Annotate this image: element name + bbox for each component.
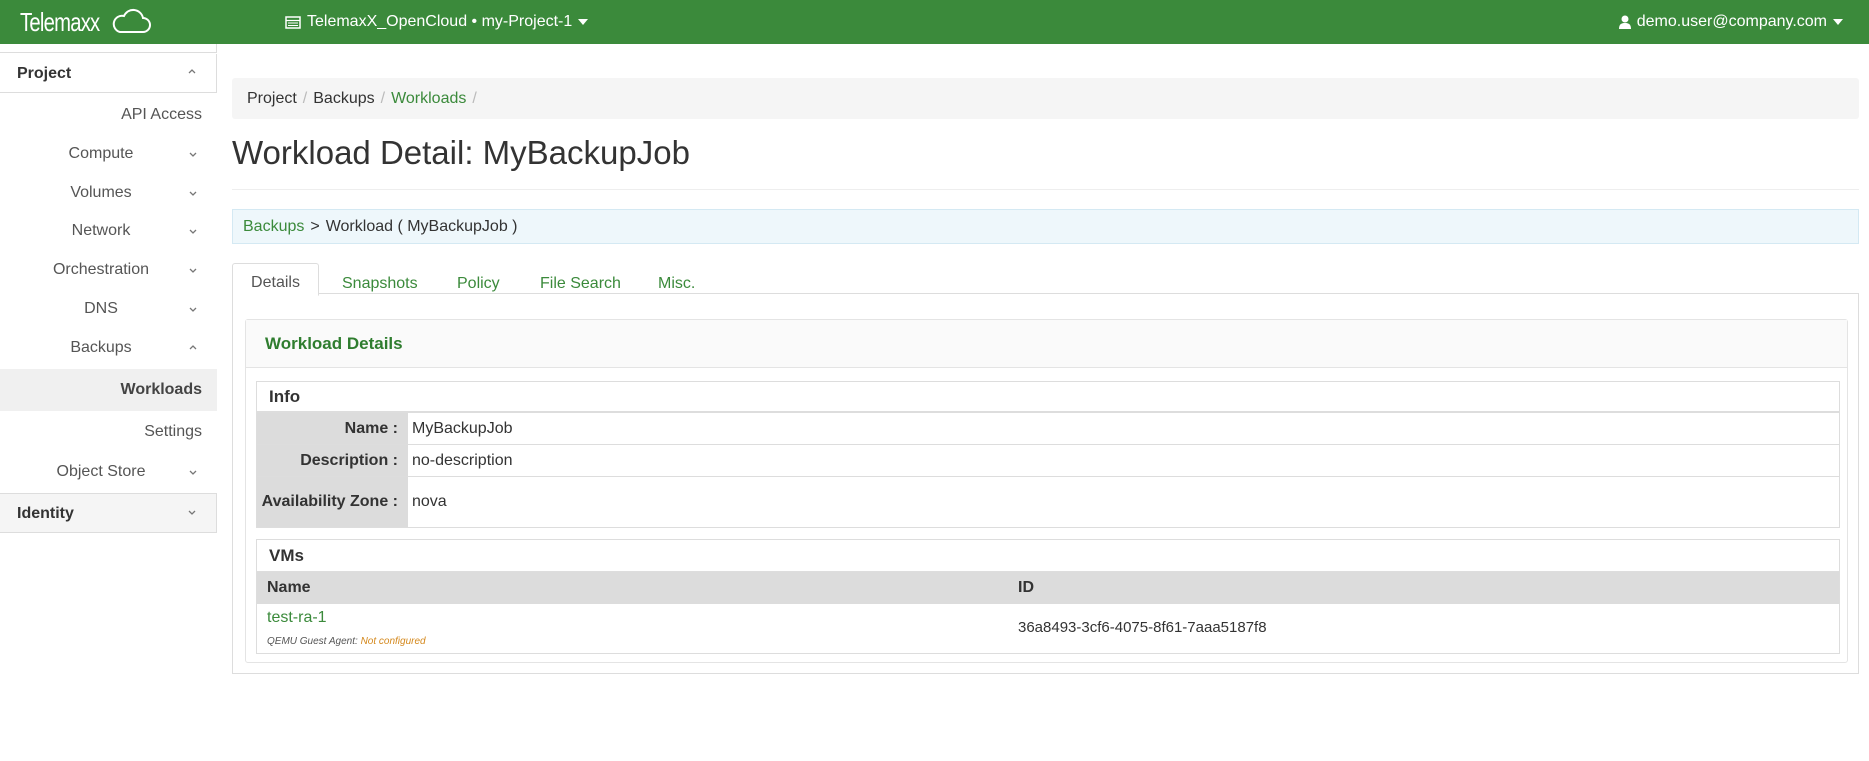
info-key: Name : — [257, 413, 408, 444]
info-key: Availability Zone : — [257, 477, 408, 527]
vms-table-title: VMs — [257, 540, 1839, 572]
sidebar-top-divider — [0, 44, 217, 53]
user-menu[interactable]: demo.user@company.com — [1618, 0, 1843, 44]
workload-details-card: Workload Details Info Name : MyBackupJob… — [245, 319, 1848, 663]
workload-path-bar: Backups > Workload ( MyBackupJob ) — [232, 209, 1859, 244]
sidebar-item-dns[interactable]: DNS — [0, 291, 217, 327]
sidebar-item-backups[interactable]: Backups — [0, 330, 217, 366]
page-title: Workload Detail: MyBackupJob — [232, 134, 690, 171]
project-switcher-label: TelemaxX_OpenCloud • my-Project-1 — [307, 13, 573, 30]
chevron-down-icon — [189, 191, 197, 196]
sidebar-item-label: Volumes — [70, 184, 132, 201]
user-icon — [1618, 15, 1631, 29]
chevron-up-icon — [188, 69, 196, 74]
vm-name-link[interactable]: test-ra-1 — [267, 609, 327, 627]
user-email: demo.user@company.com — [1636, 13, 1827, 30]
workload-path-text: Workload ( MyBackupJob ) — [325, 218, 518, 235]
tab-file-search[interactable]: File Search — [540, 264, 621, 294]
sidebar-item-label: DNS — [84, 300, 118, 317]
caret-down-icon — [578, 19, 589, 25]
sidebar-item-orchestration[interactable]: Orchestration — [0, 252, 217, 288]
card-header: Workload Details — [246, 320, 1847, 368]
sidebar-item-network[interactable]: Network — [0, 213, 217, 249]
sidebar-item-api-access[interactable]: API Access — [0, 97, 217, 133]
chevron-down-icon — [189, 229, 197, 234]
breadcrumb-separator: / — [302, 90, 308, 107]
sidebar-item-label: Object Store — [56, 463, 146, 480]
info-table: Info Name : MyBackupJob Description : no… — [256, 381, 1840, 528]
sidebar-item-object-store[interactable]: Object Store — [0, 454, 217, 490]
chevron-down-icon — [189, 152, 197, 157]
info-value: no-description — [412, 451, 513, 469]
brand-name: Telemaxx — [20, 6, 100, 37]
sidebar-item-label: Settings — [144, 423, 202, 440]
guest-agent-label: QEMU Guest Agent: — [267, 636, 358, 647]
sidebar-section-label: Project — [17, 65, 72, 82]
path-separator: > — [310, 218, 320, 235]
info-row-availability-zone: Availability Zone : nova — [257, 477, 1839, 527]
sidebar-item-label: Orchestration — [52, 261, 150, 278]
breadcrumb-separator: / — [380, 90, 386, 107]
chevron-down-icon — [189, 470, 197, 475]
sidebar-item-label: Compute — [68, 145, 134, 162]
cloud-icon — [112, 8, 151, 33]
info-value: MyBackupJob — [412, 419, 513, 437]
brand-logo[interactable]: Telemaxx — [20, 4, 172, 40]
tab-details[interactable]: Details — [232, 263, 319, 296]
breadcrumb: Project / Backups / Workloads / — [232, 78, 1859, 119]
sidebar-item-volumes[interactable]: Volumes — [0, 175, 217, 211]
sidebar-section-project[interactable]: Project — [0, 54, 217, 93]
sidebar-item-label: Backups — [70, 339, 132, 356]
sidebar-item-label: Workloads — [120, 381, 203, 398]
details-tab-panel: Workload Details Info Name : MyBackupJob… — [232, 294, 1859, 674]
server-icon — [285, 15, 301, 29]
info-value: nova — [412, 493, 447, 510]
vms-table-header: Name ID — [257, 572, 1839, 604]
sidebar-section-label: Identity — [17, 505, 74, 522]
tab-misc[interactable]: Misc. — [658, 264, 695, 294]
table-row: test-ra-1 QEMU Guest Agent: Not configur… — [257, 604, 1839, 654]
sidebar-section-identity[interactable]: Identity — [0, 493, 217, 533]
sidebar-item-label: Network — [71, 222, 131, 239]
info-row-name: Name : MyBackupJob — [257, 413, 1839, 445]
sidebar-item-compute[interactable]: Compute — [0, 136, 217, 172]
breadcrumb-item-workloads[interactable]: Workloads — [391, 90, 466, 107]
top-navbar: Telemaxx TelemaxX_OpenCloud • my-Project… — [0, 0, 1869, 44]
breadcrumb-item-project[interactable]: Project — [247, 90, 297, 107]
card-title: Workload Details — [265, 334, 403, 353]
vm-id: 36a8493-3cf6-4075-8f61-7aaa5187f8 — [1018, 619, 1267, 636]
info-table-title: Info — [257, 382, 1839, 413]
detail-tabs: Details Snapshots Policy File Search Mis… — [232, 263, 1859, 296]
title-divider — [232, 189, 1859, 190]
chevron-down-icon — [188, 510, 196, 515]
column-header-id: ID — [1018, 579, 1034, 596]
tab-policy[interactable]: Policy — [457, 264, 500, 294]
project-switcher[interactable]: TelemaxX_OpenCloud • my-Project-1 — [285, 0, 589, 44]
guest-agent-status: Not configured — [360, 636, 426, 647]
column-header-name: Name — [267, 579, 311, 596]
backups-link[interactable]: Backups — [243, 218, 304, 235]
caret-down-icon — [1833, 19, 1843, 25]
sidebar-item-label: API Access — [121, 106, 202, 123]
info-row-description: Description : no-description — [257, 445, 1839, 477]
vms-table: VMs Name ID test-ra-1 QEMU Guest Agent: … — [256, 539, 1840, 654]
sidebar: Project API Access Compute Volumes Netwo… — [0, 44, 217, 761]
vm-guest-agent: QEMU Guest Agent: Not configured — [267, 636, 426, 647]
chevron-down-icon — [189, 307, 197, 312]
breadcrumb-item-backups[interactable]: Backups — [313, 90, 374, 107]
breadcrumb-separator: / — [472, 90, 477, 107]
chevron-down-icon — [189, 268, 197, 273]
info-key: Description : — [257, 445, 408, 476]
sidebar-item-settings[interactable]: Settings — [0, 414, 217, 450]
chevron-up-icon — [189, 345, 197, 350]
sidebar-item-workloads[interactable]: Workloads — [0, 369, 217, 411]
tab-snapshots[interactable]: Snapshots — [342, 264, 418, 294]
